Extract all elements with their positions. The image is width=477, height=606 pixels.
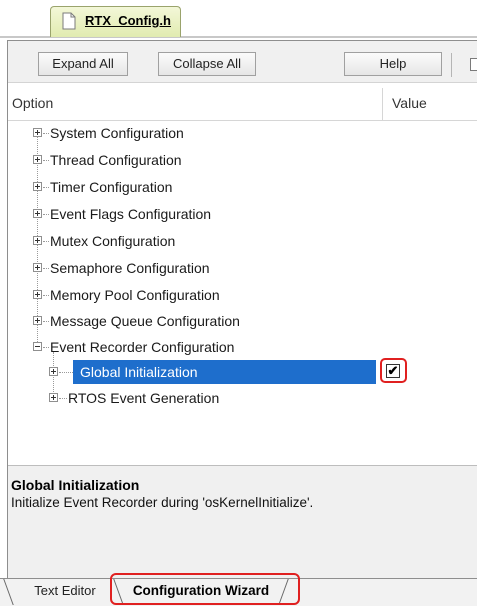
tree-item-rtos-event-generation[interactable]: RTOS Event Generation xyxy=(68,385,219,411)
tree-item-event-flags-configuration[interactable]: Event Flags Configuration xyxy=(50,201,211,227)
plus-expander-icon[interactable] xyxy=(33,236,42,245)
tree-item-message-queue-configuration[interactable]: Message Queue Configuration xyxy=(50,308,240,334)
plus-expander-icon[interactable] xyxy=(33,316,42,325)
option-column-header[interactable]: Option xyxy=(12,95,53,111)
expand-all-button[interactable]: Expand All xyxy=(38,52,128,76)
plus-expander-icon[interactable] xyxy=(49,367,58,376)
description-text: Initialize Event Recorder during 'osKern… xyxy=(11,495,314,510)
minus-expander-icon[interactable] xyxy=(33,342,42,351)
tree-item-mutex-configuration[interactable]: Mutex Configuration xyxy=(50,228,175,254)
toolbar-checkbox[interactable] xyxy=(470,58,477,71)
value-column-header[interactable]: Value xyxy=(392,95,427,111)
wizard-tab-highlight-box xyxy=(110,573,300,605)
tree-item-global-initialization[interactable]: Global Initialization xyxy=(80,359,198,385)
plus-expander-icon[interactable] xyxy=(33,263,42,272)
tree-item-event-recorder-configuration[interactable]: Event Recorder Configuration xyxy=(50,334,234,360)
description-title: Global Initialization xyxy=(11,477,140,493)
tree-item-thread-configuration[interactable]: Thread Configuration xyxy=(50,147,182,173)
collapse-all-button[interactable]: Collapse All xyxy=(158,52,256,76)
plus-expander-icon[interactable] xyxy=(49,393,58,402)
file-tab[interactable]: RTX_Config.h xyxy=(50,6,181,37)
checkbox-highlight-box xyxy=(380,358,407,383)
tree-item-system-configuration[interactable]: System Configuration xyxy=(50,120,184,146)
column-divider[interactable] xyxy=(382,88,383,120)
plus-expander-icon[interactable] xyxy=(33,290,42,299)
column-header: Option Value xyxy=(8,88,477,121)
tree-item-memory-pool-configuration[interactable]: Memory Pool Configuration xyxy=(50,282,220,308)
tree-item-semaphore-configuration[interactable]: Semaphore Configuration xyxy=(50,255,210,281)
file-tab-label: RTX_Config.h xyxy=(85,13,171,28)
toolbar: Expand All Collapse All Help xyxy=(8,41,477,83)
plus-expander-icon[interactable] xyxy=(33,182,42,191)
tab-text-editor[interactable]: Text Editor xyxy=(15,579,115,603)
file-icon xyxy=(62,12,76,30)
toolbar-separator xyxy=(451,53,452,77)
file-tab-strip: RTX_Config.h xyxy=(0,0,477,40)
plus-expander-icon[interactable] xyxy=(33,128,42,137)
plus-expander-icon[interactable] xyxy=(33,209,42,218)
tree-item-timer-configuration[interactable]: Timer Configuration xyxy=(50,174,172,200)
help-button[interactable]: Help xyxy=(344,52,442,76)
description-panel: Global Initialization Initialize Event R… xyxy=(8,465,477,579)
plus-expander-icon[interactable] xyxy=(33,155,42,164)
